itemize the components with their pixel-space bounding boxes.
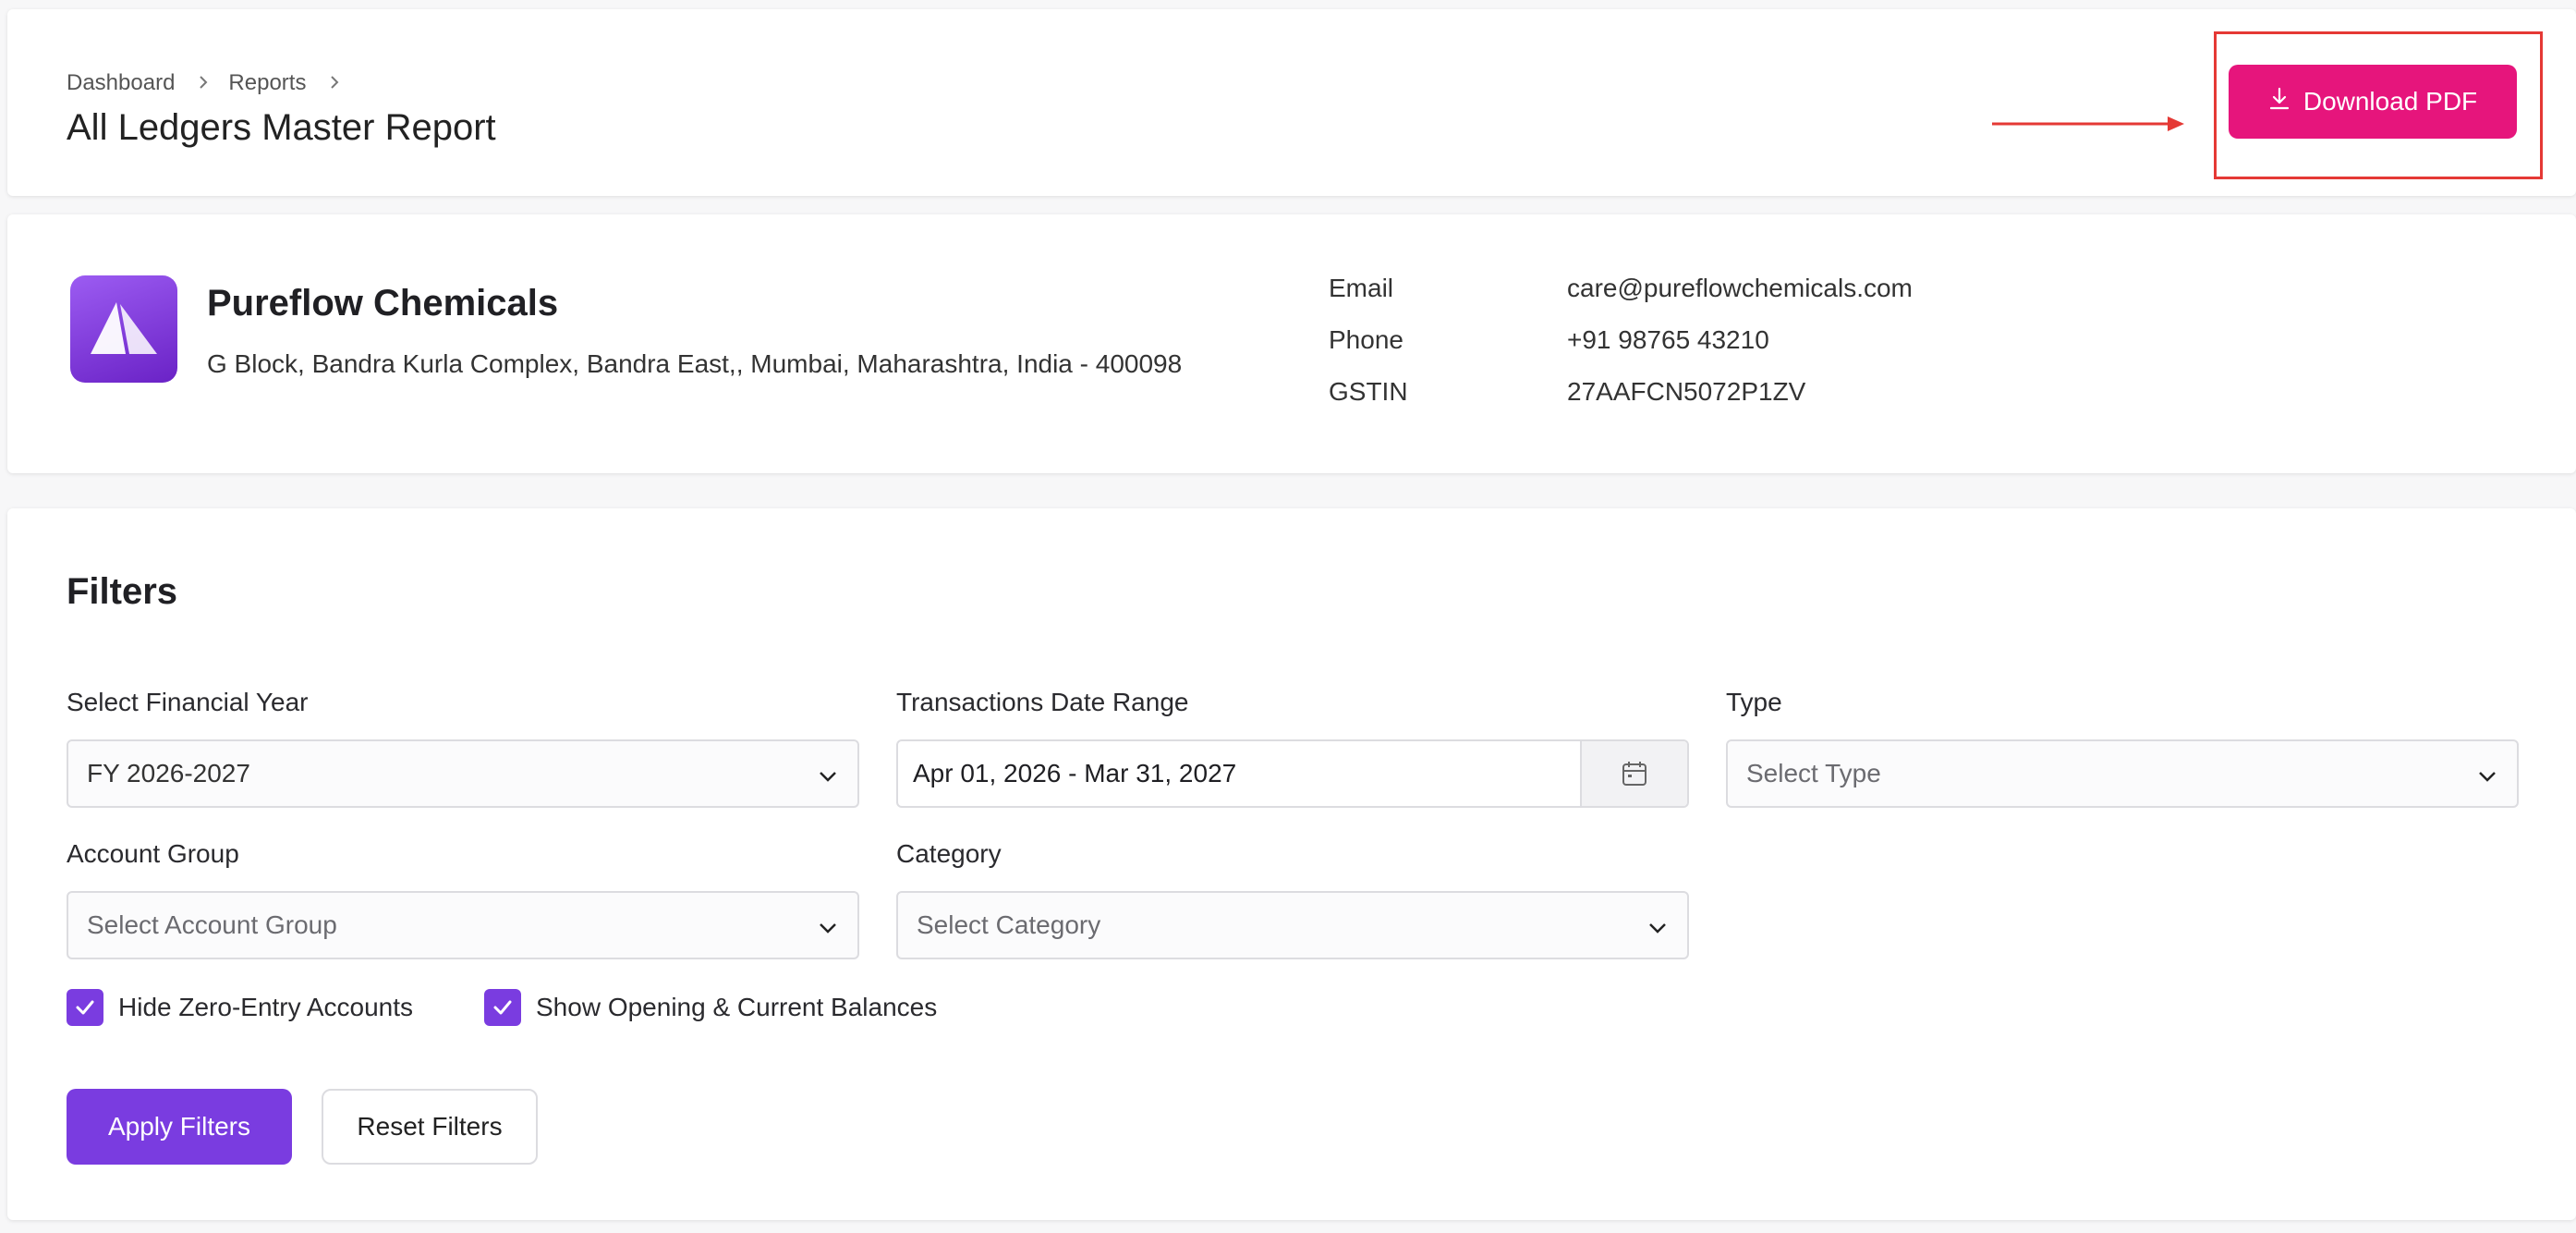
breadcrumb-dashboard[interactable]: Dashboard bbox=[67, 70, 175, 96]
checkmark-icon bbox=[493, 1000, 512, 1015]
account-group-placeholder: Select Account Group bbox=[87, 910, 337, 939]
date-range-input[interactable]: Apr 01, 2026 - Mar 31, 2027 bbox=[896, 739, 1689, 808]
email-label: Email bbox=[1329, 274, 1394, 302]
page-title: All Ledgers Master Report bbox=[67, 107, 496, 148]
download-pdf-label: Download PDF bbox=[2303, 87, 2478, 116]
breadcrumb: Dashboard Reports bbox=[67, 68, 359, 97]
account-group-label: Account Group bbox=[67, 839, 239, 868]
gstin-label: GSTIN bbox=[1329, 377, 1408, 406]
checkmark-icon bbox=[76, 1000, 94, 1015]
hide-zero-entry-label[interactable]: Hide Zero-Entry Accounts bbox=[118, 993, 413, 1022]
phone-label: Phone bbox=[1329, 325, 1403, 354]
page-header: Dashboard Reports All Ledgers Master Rep… bbox=[7, 9, 2576, 196]
breadcrumb-reports[interactable]: Reports bbox=[228, 70, 306, 96]
financial-year-select[interactable]: FY 2026-2027 bbox=[67, 739, 859, 808]
date-range-value: Apr 01, 2026 - Mar 31, 2027 bbox=[913, 759, 1237, 787]
category-label: Category bbox=[896, 839, 1002, 868]
hide-zero-entry-checkbox[interactable] bbox=[67, 989, 103, 1026]
category-placeholder: Select Category bbox=[917, 910, 1101, 939]
download-pdf-button[interactable]: Download PDF bbox=[2229, 65, 2517, 139]
show-balances-option: Show Opening & Current Balances bbox=[484, 989, 937, 1026]
chevron-down-icon bbox=[1649, 923, 1666, 934]
chevron-down-icon bbox=[820, 772, 836, 782]
gstin-value: 27AAFCN5072P1ZV bbox=[1567, 377, 1806, 406]
calendar-button[interactable] bbox=[1580, 741, 1687, 806]
show-balances-label[interactable]: Show Opening & Current Balances bbox=[536, 993, 937, 1022]
reset-filters-button[interactable]: Reset Filters bbox=[322, 1089, 538, 1165]
email-value: care@pureflowchemicals.com bbox=[1567, 274, 1913, 302]
show-balances-checkbox[interactable] bbox=[484, 989, 521, 1026]
date-range-label: Transactions Date Range bbox=[896, 688, 1189, 716]
financial-year-value: FY 2026-2027 bbox=[87, 759, 250, 787]
chevron-down-icon bbox=[820, 923, 836, 934]
filters-title: Filters bbox=[67, 571, 178, 612]
type-select[interactable]: Select Type bbox=[1726, 739, 2519, 808]
company-address: G Block, Bandra Kurla Complex, Bandra Ea… bbox=[207, 349, 1183, 378]
company-info-card: Pureflow Chemicals G Block, Bandra Kurla… bbox=[7, 214, 2576, 473]
account-group-select[interactable]: Select Account Group bbox=[67, 891, 859, 959]
chevron-right-icon bbox=[326, 68, 343, 97]
chevron-down-icon bbox=[2479, 772, 2496, 782]
calendar-icon bbox=[1622, 762, 1646, 786]
company-logo bbox=[70, 275, 177, 383]
financial-year-label: Select Financial Year bbox=[67, 688, 309, 716]
hide-zero-entry-option: Hide Zero-Entry Accounts bbox=[67, 989, 413, 1026]
phone-value: +91 98765 43210 bbox=[1567, 325, 1769, 354]
type-placeholder: Select Type bbox=[1746, 759, 1881, 787]
apply-filters-button[interactable]: Apply Filters bbox=[67, 1089, 292, 1165]
company-name: Pureflow Chemicals bbox=[207, 283, 559, 324]
download-icon bbox=[2268, 87, 2290, 117]
triangle-logo-icon bbox=[91, 302, 157, 354]
type-label: Type bbox=[1726, 688, 1782, 716]
chevron-right-icon bbox=[195, 68, 212, 97]
annotation-arrow bbox=[1992, 116, 2184, 131]
category-select[interactable]: Select Category bbox=[896, 891, 1689, 959]
filters-card: Filters Select Financial Year FY 2026-20… bbox=[7, 508, 2576, 1220]
